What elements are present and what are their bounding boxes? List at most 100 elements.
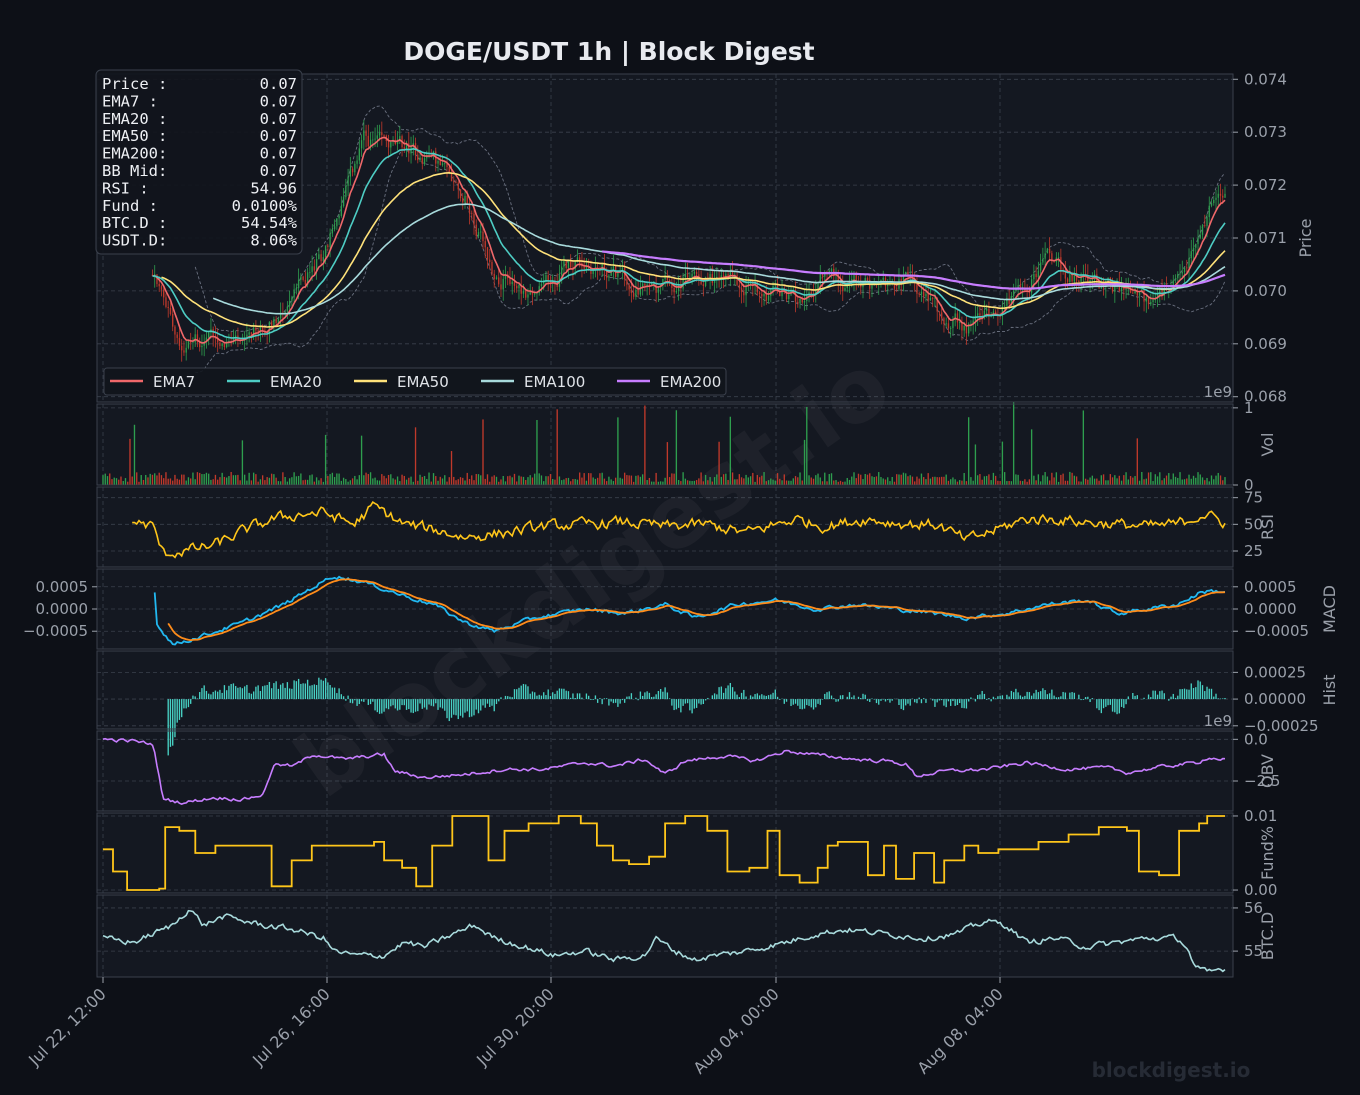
volume-bar	[727, 479, 729, 485]
hist-bar	[880, 699, 882, 701]
volume-bar	[927, 473, 929, 485]
candle-body	[160, 286, 163, 290]
candle-body	[851, 279, 853, 281]
volume-bar	[482, 419, 484, 485]
hist-bar	[590, 699, 592, 701]
candle-body	[527, 294, 529, 298]
hist-bar	[720, 686, 723, 700]
volume-bar	[282, 472, 284, 485]
hist-bar	[516, 689, 518, 700]
hist-bar	[914, 699, 916, 703]
hist-bar	[199, 692, 201, 700]
hist-bar	[266, 684, 268, 700]
info-box: Price : 0.07 EMA7 : 0.07 EMA20 : 0.07 EMA50 : 0…	[95, 69, 303, 255]
volume-bar	[574, 479, 576, 485]
volume-bar	[329, 474, 331, 485]
volume-bar	[264, 480, 266, 485]
volume-bar	[794, 476, 797, 485]
candle-body	[1125, 289, 1127, 291]
volume-bar	[118, 479, 120, 485]
hist-bar	[1071, 692, 1073, 700]
hist-bar	[500, 697, 502, 700]
hist-bar	[851, 697, 853, 700]
hist-bar	[725, 688, 727, 700]
hist-bar	[284, 687, 286, 700]
candle-body	[1057, 257, 1060, 258]
volume-bar	[707, 480, 709, 485]
hist-bar	[450, 699, 453, 718]
candle-body	[799, 298, 801, 304]
candle-body	[349, 168, 352, 177]
hist-bar	[1091, 698, 1094, 700]
hist-bar	[630, 693, 633, 700]
volume-bar	[419, 474, 421, 485]
candle-body	[480, 231, 482, 233]
candle-body	[1179, 273, 1181, 275]
hist-bar	[1156, 694, 1159, 700]
candle-body	[378, 132, 381, 136]
candle-body	[347, 176, 349, 186]
hist-bar	[610, 699, 612, 702]
candle-body	[491, 261, 493, 274]
volume-bar	[133, 424, 136, 485]
candle-body	[1183, 267, 1186, 273]
hist-bar	[983, 693, 986, 700]
volume-bar	[1089, 477, 1091, 485]
hist-bar	[329, 685, 331, 700]
hist-bar	[628, 696, 630, 700]
volume-bar	[1150, 472, 1152, 485]
hist-bar	[1199, 681, 1201, 700]
macd-left-tick: 0.0005	[36, 578, 89, 596]
volume-bar	[988, 474, 990, 485]
hist-bar	[866, 699, 869, 701]
hist-bar	[491, 699, 493, 706]
candle-body	[923, 291, 925, 297]
volume-bar	[320, 478, 322, 485]
volume-bar	[547, 476, 549, 485]
volume-bar	[259, 479, 262, 485]
hist-bar	[581, 697, 583, 700]
hist-bar	[507, 696, 509, 700]
candle-body	[444, 163, 446, 164]
hist-bar	[446, 699, 448, 719]
hist-bar	[1084, 697, 1087, 700]
candle-body	[495, 277, 498, 279]
volume-bar	[459, 477, 462, 485]
hist-bar	[214, 690, 217, 700]
hist-bar	[677, 699, 680, 708]
hist-bar	[1102, 699, 1105, 709]
candle-body	[297, 279, 300, 289]
candle-body	[462, 198, 464, 203]
volume-bar	[448, 477, 450, 485]
candle-body	[637, 289, 639, 295]
volume-bar	[241, 440, 244, 485]
hist-bar	[441, 699, 444, 709]
volume-bar	[1091, 475, 1094, 485]
hist-bar	[596, 699, 599, 703]
hist-bar	[475, 699, 477, 710]
volume-bar	[961, 480, 963, 485]
hist-bar	[821, 699, 824, 700]
volume-bar	[475, 473, 477, 485]
candle-body	[943, 318, 945, 324]
volume-bar	[646, 480, 648, 485]
candle-body	[365, 130, 367, 136]
candle-body	[338, 215, 340, 219]
volume-bar	[372, 478, 374, 485]
hist-bar	[313, 684, 316, 700]
hist-bar	[324, 678, 327, 700]
volume-bar	[558, 476, 561, 485]
hist-bar	[761, 694, 763, 700]
volume-bar	[174, 474, 176, 485]
hist-bar	[482, 699, 484, 706]
candle-body	[628, 284, 630, 290]
candle-body	[657, 286, 660, 293]
info-value: 0.07	[260, 127, 297, 145]
volume-bar	[1188, 474, 1190, 485]
y-axis-label-vol: Vol	[1258, 433, 1277, 457]
candle-body	[183, 350, 185, 353]
hist-bar	[1055, 697, 1058, 700]
hist-bar	[653, 696, 655, 700]
hist-bar	[981, 690, 983, 700]
chart-title: DOGE/USDT 1h | Block Digest	[403, 37, 814, 66]
